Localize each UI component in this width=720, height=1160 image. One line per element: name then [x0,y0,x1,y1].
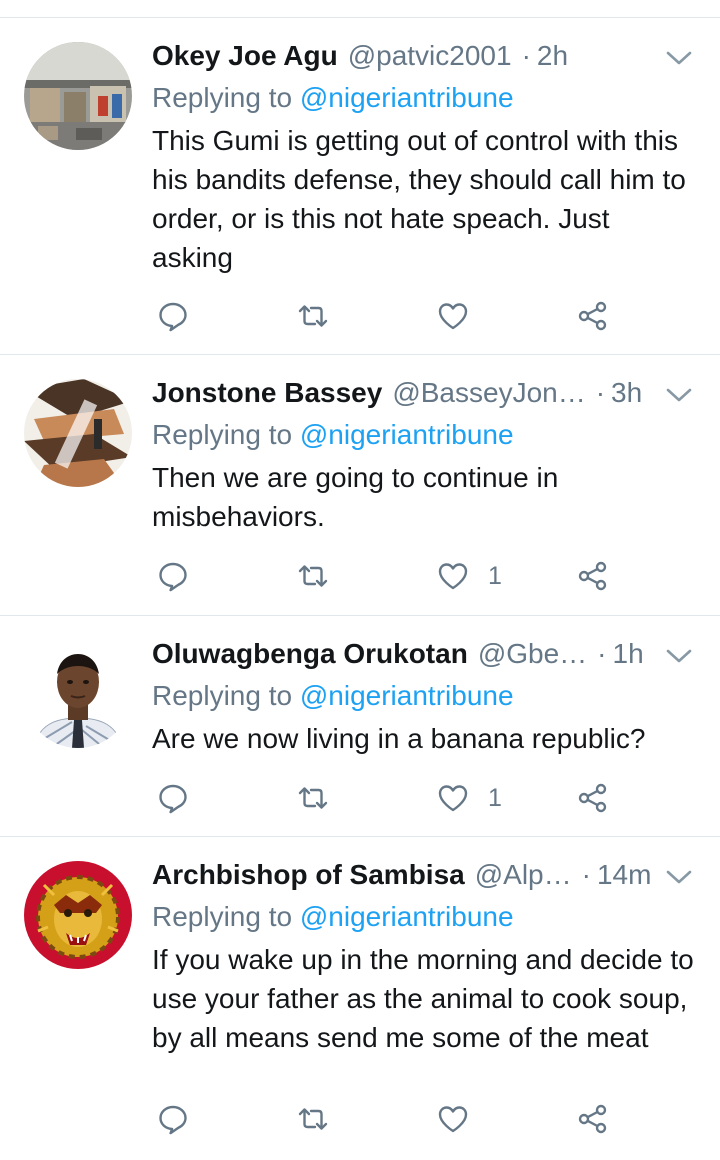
avatar[interactable] [24,42,132,150]
like-count: 1 [488,783,502,812]
like-button[interactable] [436,296,488,336]
author-name[interactable]: Archbishop of Sambisa [152,859,465,891]
mention-link[interactable]: @nigeriantribune [300,680,514,711]
tweet-reply[interactable]: Oluwagbenga Orukotan @Gbe… · 1h Replying… [0,616,720,837]
tweet-reply[interactable]: Archbishop of Sambisa @Alp… · 14m Replyi… [0,837,720,1160]
replying-to: Replying to @nigeriantribune [152,415,694,455]
reply-button[interactable] [156,296,190,336]
action-bar [152,296,632,336]
tweet-reply[interactable]: Jonstone Bassey @BasseyJon… · 3h Replyin… [0,355,720,616]
author-handle[interactable]: @BasseyJon… [392,377,585,409]
action-bar: 1 [152,556,632,596]
mention-link[interactable]: @nigeriantribune [300,419,514,450]
retweet-icon [298,565,328,587]
tweet-text: Are we now living in a banana republic? [152,723,646,754]
replying-to: Replying to @nigeriantribune [152,897,694,937]
heart-icon [438,303,468,330]
action-bar: 1 [152,778,632,818]
chevron-down-icon[interactable] [664,385,694,405]
replying-prefix: Replying to [152,82,300,113]
retweet-button[interactable] [296,778,330,818]
author-handle[interactable]: @Gbe… [478,638,587,670]
like-count: 1 [488,561,502,590]
replying-prefix: Replying to [152,680,300,711]
author-name[interactable]: Okey Joe Agu [152,40,338,72]
reply-button[interactable] [156,1099,190,1139]
separator: · [521,40,531,71]
replying-prefix: Replying to [152,901,300,932]
separator: · [595,377,606,408]
tweet-text: Then we are going to continue in misbeha… [152,462,559,532]
timestamp[interactable]: 1h [613,638,644,670]
share-button[interactable] [576,1099,610,1139]
timestamp[interactable]: 3h [611,377,642,409]
retweet-icon [298,305,328,327]
retweet-icon [298,1108,328,1130]
retweet-icon [298,787,328,809]
author-name[interactable]: Oluwagbenga Orukotan [152,638,468,670]
timestamp[interactable]: 2h [537,40,568,72]
author-handle[interactable]: @patvic2001 [348,40,512,72]
share-button[interactable] [576,296,610,336]
share-icon [578,561,607,591]
share-button[interactable] [576,556,610,596]
avatar[interactable] [24,379,132,487]
like-button[interactable]: 1 [436,778,502,818]
like-button[interactable]: 1 [436,556,502,596]
tweet-text: If you wake up in the morning and decide… [152,944,694,1053]
share-icon [578,1104,607,1134]
heart-icon [438,563,468,590]
chevron-down-icon[interactable] [664,867,694,887]
avatar[interactable] [24,861,132,969]
avatar[interactable] [24,640,132,748]
retweet-button[interactable] [296,296,330,336]
top-divider [0,0,720,18]
share-button[interactable] [576,778,610,818]
timestamp[interactable]: 14m [597,859,651,891]
like-button[interactable] [436,1099,488,1139]
reply-icon [159,784,187,814]
chevron-down-icon[interactable] [664,48,694,68]
replying-to: Replying to @nigeriantribune [152,78,694,118]
tweet-reply[interactable]: Okey Joe Agu @patvic2001 · 2h Replying t… [0,18,720,355]
author-handle[interactable]: @Alp… [475,859,572,891]
mention-link[interactable]: @nigeriantribune [300,82,514,113]
retweet-button[interactable] [296,1099,330,1139]
retweet-button[interactable] [296,556,330,596]
reply-icon [159,302,187,332]
mention-link[interactable]: @nigeriantribune [300,901,514,932]
heart-icon [438,1106,468,1133]
reply-icon [159,1105,187,1135]
author-name[interactable]: Jonstone Bassey [152,377,382,409]
separator: · [581,859,591,890]
chevron-down-icon[interactable] [664,646,694,666]
tweet-text: This Gumi is getting out of control with… [152,125,686,273]
share-icon [578,301,607,331]
heart-icon [438,785,468,812]
replying-to: Replying to @nigeriantribune [152,676,694,716]
reply-icon [159,562,187,592]
reply-button[interactable] [156,556,190,596]
action-bar [152,1099,632,1139]
replying-prefix: Replying to [152,419,300,450]
separator: · [597,638,607,669]
reply-button[interactable] [156,778,190,818]
share-icon [578,783,607,813]
